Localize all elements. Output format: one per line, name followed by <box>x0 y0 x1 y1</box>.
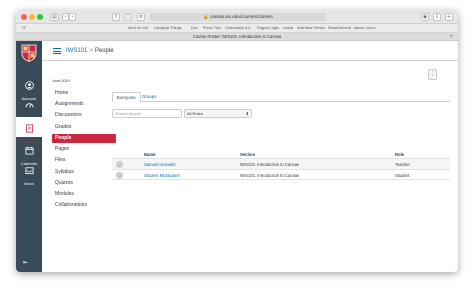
role-filter-select[interactable]: All Roles ⬍ <box>184 109 252 118</box>
breadcrumb: IWS101 > People <box>66 47 114 55</box>
favorite-item[interactable]: Liturgical Things <box>154 24 182 33</box>
favorite-item[interactable]: don't be evil <box>128 24 148 33</box>
inbox-icon <box>24 167 34 175</box>
breadcrumb-current: People <box>94 48 114 54</box>
favorite-item[interactable]: Doc <box>191 24 198 33</box>
breadcrumb-separator: > <box>89 48 93 54</box>
lock-icon: 🔒 <box>203 14 209 19</box>
course-nav-assignments[interactable]: Assignments <box>52 100 116 109</box>
course-nav-quizzes[interactable]: Quizzes <box>52 179 116 188</box>
course-nav-syllabus[interactable]: Syllabus <box>52 168 116 177</box>
course-nav-grades[interactable]: Grades <box>52 123 116 132</box>
person-name-link[interactable]: Student McStudent <box>144 170 180 181</box>
zoom-window-button[interactable] <box>37 14 43 20</box>
breadcrumb-course-link[interactable]: IWS101 <box>66 48 87 54</box>
tab-groups[interactable]: Groups <box>138 92 160 102</box>
browser-window: ▤ ‹ › ⇪ ▢ ≡ 🔒 canvas.ws.edu/courses/1/us… <box>16 10 458 272</box>
favorites-grid-icon[interactable]: ☷ <box>22 24 25 33</box>
new-tab-icon[interactable]: + <box>445 13 453 21</box>
role-selected: All Roles <box>187 111 203 116</box>
course-nav-people[interactable]: People <box>52 134 116 143</box>
account-icon <box>24 81 34 90</box>
institution-logo[interactable] <box>20 44 38 62</box>
minimize-window-button[interactable] <box>29 14 35 20</box>
reader-icon[interactable]: ≡ <box>137 13 145 21</box>
share-icon[interactable]: ⇪ <box>112 13 120 21</box>
global-nav-inbox[interactable]: Inbox <box>16 162 42 186</box>
favorite-item[interactable]: Paypal Login <box>257 24 279 33</box>
search-people-input[interactable]: Search people <box>112 109 182 118</box>
favorite-item[interactable]: ReadGenerAl...ations, inbox <box>328 24 376 33</box>
person-section: IWS101: Introduction to Canvas <box>240 173 300 178</box>
address-text: canvas.ws.edu/courses/1/users <box>210 14 273 19</box>
browser-tab-title: Course Roster: IWS101: Introduction to C… <box>192 34 282 39</box>
close-window-button[interactable] <box>21 14 27 20</box>
calendar-icon <box>24 146 34 155</box>
course-term: June 2019 <box>52 79 70 83</box>
avatar[interactable] <box>116 161 123 168</box>
hamburger-menu-icon[interactable] <box>53 48 61 54</box>
download-icon[interactable]: ⇩ <box>433 13 441 21</box>
collapse-nav-icon[interactable]: ⇤ <box>23 259 28 266</box>
page-header: IWS101 > People <box>42 41 458 61</box>
favorite-item[interactable]: Add New Person <box>297 24 326 33</box>
chevron-down-icon: ⬍ <box>245 111 249 116</box>
favorite-item[interactable]: Grammarly & It <box>225 24 251 33</box>
column-header-role[interactable]: Role <box>395 152 404 157</box>
sidebar-toggle-icon[interactable]: ▤ <box>50 13 59 21</box>
dashboard-icon <box>24 103 34 108</box>
tab-everyone[interactable]: Everyone <box>112 92 141 102</box>
table-row: Samuel Horowitz IWS101: Introduction to … <box>112 158 450 169</box>
column-header-section[interactable]: Section <box>240 152 255 157</box>
table-row: Student McStudent IWS101: Introduction t… <box>112 169 450 180</box>
course-nav: June 2019 Home Assignments Discussions G… <box>42 61 122 272</box>
course-nav-files[interactable]: Files <box>52 156 116 165</box>
global-nav: Account Dashboard Courses Calendar <box>16 41 42 272</box>
course-nav-collaborations[interactable]: Collaborations <box>52 201 116 210</box>
more-options-button[interactable]: ⋮ <box>428 69 437 80</box>
global-nav-courses[interactable]: Courses <box>16 117 42 144</box>
course-nav-discussions[interactable]: Discussions <box>52 111 116 120</box>
course-nav-home[interactable]: Home <box>52 89 116 98</box>
favorites-bar: ☷ don't be evil Liturgical Things Doc Pr… <box>16 24 458 33</box>
browser-tab[interactable]: Course Roster: IWS101: Introduction to C… <box>16 33 458 41</box>
search-placeholder: Search people <box>115 111 141 116</box>
avatar[interactable] <box>116 172 123 179</box>
back-icon[interactable]: ‹ <box>62 13 69 21</box>
global-nav-label: Inbox <box>24 181 34 186</box>
favorite-item[interactable]: Leads <box>283 24 293 33</box>
extension-icon[interactable]: ◉ <box>421 13 429 21</box>
address-bar[interactable]: 🔒 canvas.ws.edu/courses/1/users <box>150 13 326 21</box>
person-role: Student <box>395 173 410 178</box>
favorite-item[interactable]: Press This <box>203 24 221 33</box>
column-header-name[interactable]: Name <box>144 152 155 157</box>
people-tabs: Everyone Groups <box>112 92 450 102</box>
courses-icon <box>25 124 33 133</box>
browser-toolbar: ▤ ‹ › ⇪ ▢ ≡ 🔒 canvas.ws.edu/courses/1/us… <box>16 10 458 24</box>
course-nav-pages[interactable]: Pages <box>52 145 116 154</box>
tabs-icon[interactable]: ▢ <box>124 13 132 21</box>
course-nav-modules[interactable]: Modules <box>52 190 116 199</box>
add-tab-icon[interactable]: + <box>449 33 453 41</box>
forward-icon[interactable]: › <box>69 13 76 21</box>
